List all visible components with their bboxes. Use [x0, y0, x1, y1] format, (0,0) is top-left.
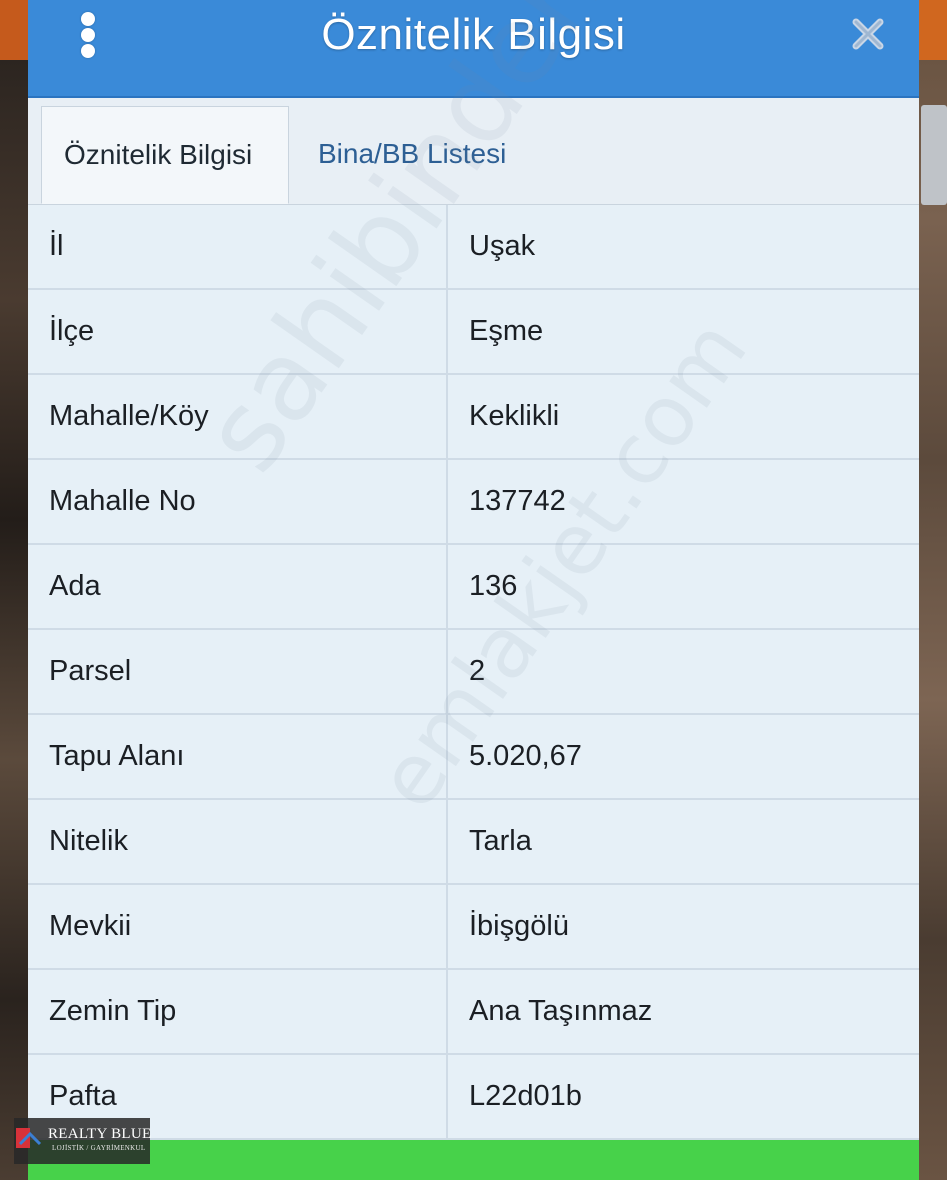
- row-value: 136: [448, 545, 919, 628]
- row-value: 137742: [448, 460, 919, 543]
- map-background-left: [0, 0, 30, 1180]
- row-value: Keklikli: [448, 375, 919, 458]
- tab-bar: Öznitelik Bilgisi Bina/BB Listesi: [28, 98, 919, 205]
- table-row: Nitelik Tarla: [28, 800, 919, 885]
- table-row: Ada 136: [28, 545, 919, 630]
- close-icon[interactable]: [848, 14, 888, 54]
- row-key: Parsel: [28, 630, 446, 713]
- table-row: Mahalle/Köy Keklikli: [28, 375, 919, 460]
- row-key: Nitelik: [28, 800, 446, 883]
- attribute-panel: Öznitelik Bilgisi Öznitelik Bilgisi Bina…: [28, 0, 919, 1180]
- table-row: İl Uşak: [28, 205, 919, 290]
- row-value: Eşme: [448, 290, 919, 373]
- scrollbar-thumb[interactable]: [921, 105, 947, 205]
- row-key: İlçe: [28, 290, 446, 373]
- row-key: Mahalle/Köy: [28, 375, 446, 458]
- row-key: İl: [28, 205, 446, 288]
- row-key: Mevkii: [28, 885, 446, 968]
- footer-action-bar[interactable]: [28, 1140, 919, 1180]
- table-row: Pafta L22d01b: [28, 1055, 919, 1140]
- panel-title: Öznitelik Bilgisi: [321, 10, 626, 59]
- row-value: Uşak: [448, 205, 919, 288]
- logo-tagline-text: LOJİSTİK / GAYRİMENKUL: [52, 1144, 146, 1152]
- row-key: Zemin Tip: [28, 970, 446, 1053]
- panel-titlebar: Öznitelik Bilgisi: [28, 0, 919, 98]
- logo-mark-icon: [16, 1128, 42, 1148]
- logo-brand-text: REALTY BLUE: [48, 1126, 152, 1142]
- table-row: Mevkii İbişgölü: [28, 885, 919, 970]
- table-row: Mahalle No 137742: [28, 460, 919, 545]
- row-value: İbişgölü: [448, 885, 919, 968]
- attribute-table: İl Uşak İlçe Eşme Mahalle/Köy Keklikli M…: [28, 205, 919, 1140]
- row-value: 5.020,67: [448, 715, 919, 798]
- row-key: Ada: [28, 545, 446, 628]
- table-row: Zemin Tip Ana Taşınmaz: [28, 970, 919, 1055]
- row-value: 2: [448, 630, 919, 713]
- table-row: Parsel 2: [28, 630, 919, 715]
- tab-building-list[interactable]: Bina/BB Listesi: [296, 106, 528, 204]
- row-value: L22d01b: [448, 1055, 919, 1138]
- row-value: Ana Taşınmaz: [448, 970, 919, 1053]
- map-background-right: [917, 0, 947, 1180]
- table-row: İlçe Eşme: [28, 290, 919, 375]
- brand-logo: REALTY BLUE LOJİSTİK / GAYRİMENKUL: [14, 1118, 152, 1164]
- row-value: Tarla: [448, 800, 919, 883]
- row-key: Tapu Alanı: [28, 715, 446, 798]
- row-key: Mahalle No: [28, 460, 446, 543]
- tab-attribute-info[interactable]: Öznitelik Bilgisi: [41, 106, 289, 204]
- table-row: Tapu Alanı 5.020,67: [28, 715, 919, 800]
